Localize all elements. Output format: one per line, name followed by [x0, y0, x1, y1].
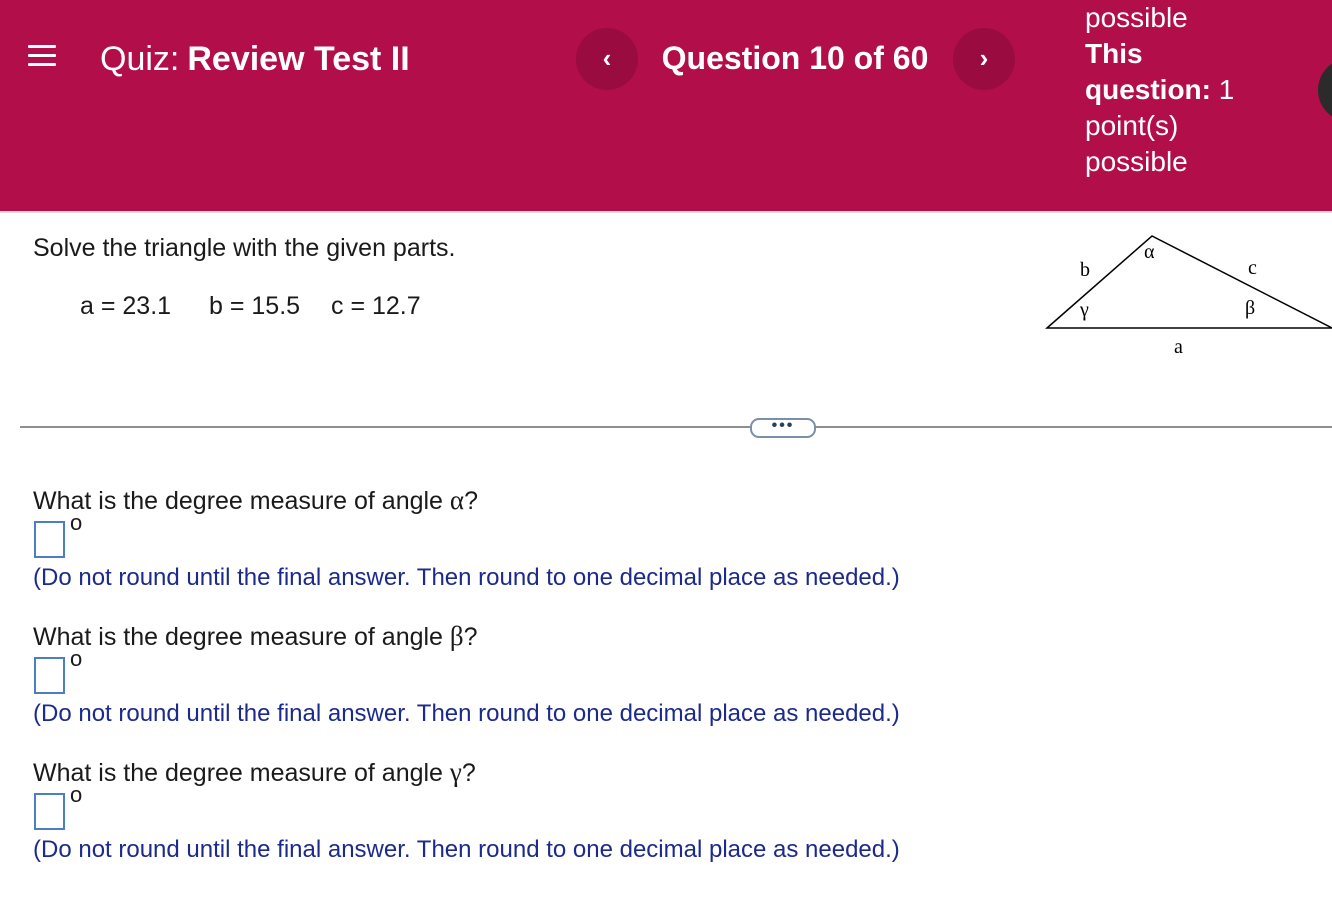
- next-question-button[interactable]: ›: [953, 28, 1015, 90]
- given-b: b = 15.5: [209, 292, 301, 320]
- points-unit: point(s): [1085, 110, 1179, 141]
- alpha-answer-input[interactable]: [34, 521, 65, 558]
- previous-question-button[interactable]: ‹: [576, 28, 638, 90]
- question-text: What is the degree measure of angle α?: [33, 485, 478, 515]
- quiz-header: Quiz: Review Test II ‹ Question 10 of 60 …: [0, 0, 1332, 213]
- label-a: a: [1174, 336, 1183, 358]
- section-divider: [20, 426, 1332, 428]
- question-points: question: 1: [1085, 74, 1235, 105]
- given-c: c = 12.7: [331, 292, 421, 320]
- points-possible-top: possible: [1085, 2, 1188, 33]
- more-dots-icon: •••: [771, 417, 795, 434]
- side-panel-toggle[interactable]: [1318, 58, 1332, 122]
- menu-icon[interactable]: [28, 43, 58, 69]
- quiz-page: Quiz: Review Test II ‹ Question 10 of 60 …: [0, 0, 1332, 903]
- chevron-right-icon: ›: [979, 43, 989, 73]
- gamma-answer-input[interactable]: [34, 793, 65, 830]
- rounding-hint: (Do not round until the final answer. Th…: [33, 564, 900, 591]
- rounding-hint: (Do not round until the final answer. Th…: [33, 700, 900, 727]
- question-text: What is the degree measure of angle γ?: [33, 757, 476, 787]
- expand-more-button[interactable]: •••: [750, 418, 816, 438]
- question-counter: Question 10 of 60: [661, 40, 929, 76]
- label-gamma: γ: [1079, 299, 1089, 321]
- chevron-left-icon: ‹: [602, 43, 612, 73]
- label-alpha: α: [1144, 241, 1155, 263]
- rounding-hint: (Do not round until the final answer. Th…: [33, 836, 900, 863]
- quiz-prefix: Quiz:: [100, 40, 180, 78]
- quiz-name: Review Test II: [187, 40, 410, 78]
- question-gamma: What is the degree measure of angle γ? o…: [33, 757, 1033, 887]
- beta-answer-input[interactable]: [34, 657, 65, 694]
- problem-instruction: Solve the triangle with the given parts.: [33, 234, 456, 262]
- triangle-figure: b α c γ β a: [1045, 235, 1332, 358]
- points-info: possible This question: 1 point(s) possi…: [1085, 0, 1285, 180]
- label-c: c: [1248, 257, 1257, 279]
- given-a: a = 23.1: [80, 292, 172, 320]
- this-question-label: This: [1085, 38, 1143, 69]
- degree-symbol: o: [70, 510, 83, 535]
- degree-symbol: o: [70, 646, 83, 671]
- question-text: What is the degree measure of angle β?: [33, 621, 478, 651]
- points-possible: possible: [1085, 146, 1188, 177]
- label-b: b: [1080, 259, 1090, 281]
- triangle-shape: [1045, 235, 1332, 329]
- quiz-title: Quiz: Review Test II: [100, 40, 410, 79]
- question-beta: What is the degree measure of angle β? o…: [33, 621, 1033, 751]
- label-beta: β: [1245, 297, 1255, 319]
- question-alpha: What is the degree measure of angle α? o…: [33, 485, 1033, 615]
- degree-symbol: o: [70, 782, 83, 807]
